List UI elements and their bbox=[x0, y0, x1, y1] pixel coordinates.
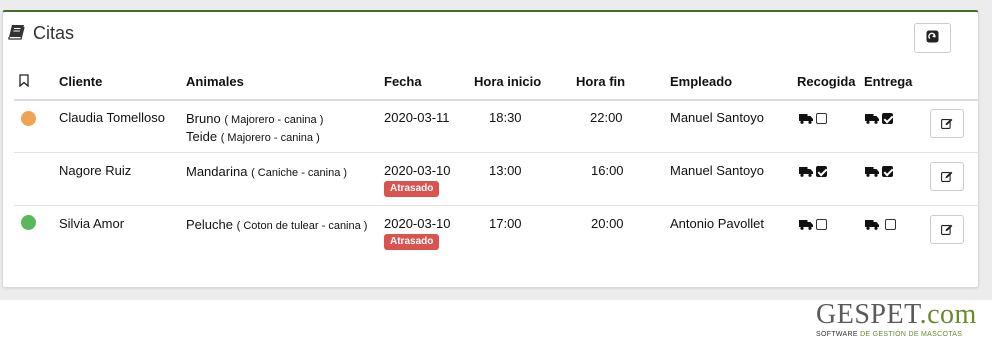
col-animales[interactable]: Animales bbox=[186, 74, 244, 89]
cliente-cell[interactable]: Claudia Tomelloso bbox=[59, 110, 165, 125]
hora-inicio-cell: 17:00 bbox=[489, 216, 522, 231]
fecha-cell: 2020-03-10 bbox=[384, 163, 451, 178]
empleado-cell: Manuel Santoyo bbox=[670, 163, 764, 178]
logo-tagline-b: DE GESTIÓN DE MASCOTAS bbox=[860, 331, 963, 338]
logo-brand: GESPET.com bbox=[816, 300, 977, 330]
cliente-cell[interactable]: Nagore Ruiz bbox=[59, 163, 131, 178]
refresh-icon bbox=[926, 30, 939, 46]
edit-icon bbox=[941, 224, 953, 235]
animal-name: Bruno bbox=[186, 111, 221, 126]
fecha-cell: 2020-03-11 bbox=[384, 110, 450, 125]
col-hora-fin[interactable]: Hora fin bbox=[576, 74, 625, 89]
book-icon bbox=[8, 24, 25, 43]
edit-icon bbox=[941, 171, 953, 182]
page-title: Citas bbox=[33, 23, 75, 43]
logo-tagline: SOFTWARE DE GESTIÓN DE MASCOTAS bbox=[816, 331, 977, 338]
empleado-cell: Antonio Pavollet bbox=[670, 216, 764, 231]
hora-fin-cell: 16:00 bbox=[591, 163, 624, 178]
status-badge: Atrasado bbox=[384, 181, 440, 197]
col-entrega[interactable]: Entrega bbox=[864, 74, 912, 89]
truck-icon bbox=[865, 114, 879, 124]
recogida-checkbox[interactable] bbox=[816, 166, 827, 177]
row-divider bbox=[14, 152, 979, 153]
animal-name: Teide bbox=[186, 129, 218, 144]
truck-icon bbox=[865, 220, 879, 230]
cliente-cell[interactable]: Silvia Amor bbox=[59, 216, 124, 231]
edit-button[interactable] bbox=[930, 162, 964, 191]
col-fecha[interactable]: Fecha bbox=[384, 74, 422, 89]
gespet-logo: GESPET.com SOFTWARE DE GESTIÓN DE MASCOT… bbox=[816, 300, 977, 339]
animal-entry[interactable]: Mandarina ( Caniche - canina ) bbox=[186, 164, 347, 179]
col-recogida[interactable]: Recogida bbox=[797, 74, 856, 89]
truck-icon bbox=[865, 167, 879, 177]
status-dot bbox=[21, 215, 36, 230]
edit-button[interactable] bbox=[930, 215, 964, 244]
hora-inicio-cell: 13:00 bbox=[489, 163, 522, 178]
col-cliente[interactable]: Cliente bbox=[59, 74, 102, 89]
animal-detail: ( Majorero - canina ) bbox=[224, 114, 324, 126]
bookmark-icon bbox=[19, 74, 29, 90]
entrega-checkbox[interactable] bbox=[882, 166, 893, 177]
empleado-cell: Manuel Santoyo bbox=[670, 110, 764, 125]
animal-detail: ( Caniche - canina ) bbox=[251, 167, 348, 179]
status-dot bbox=[21, 111, 36, 126]
panel-header: Citas bbox=[8, 23, 74, 44]
logo-brand-name: GESPET bbox=[816, 299, 920, 330]
animal-name: Mandarina bbox=[186, 164, 248, 179]
row-divider bbox=[14, 205, 979, 206]
truck-icon bbox=[799, 220, 813, 230]
entrega-checkbox[interactable] bbox=[885, 219, 896, 230]
col-empleado[interactable]: Empleado bbox=[670, 74, 732, 89]
citas-panel: Citas Cliente Animales Fecha Hora inicio… bbox=[2, 10, 979, 288]
animal-detail: ( Majorero - canina ) bbox=[220, 132, 320, 144]
edit-button[interactable] bbox=[930, 109, 964, 138]
recogida-checkbox[interactable] bbox=[816, 219, 827, 230]
header-divider bbox=[14, 99, 979, 101]
truck-icon bbox=[799, 114, 813, 124]
logo-tagline-a: SOFTWARE bbox=[816, 331, 861, 338]
animal-entry[interactable]: Teide ( Majorero - canina ) bbox=[186, 129, 320, 144]
animal-name: Peluche bbox=[186, 217, 233, 232]
entrega-checkbox[interactable] bbox=[882, 113, 893, 124]
animal-entry[interactable]: Bruno ( Majorero - canina ) bbox=[186, 111, 323, 126]
truck-icon bbox=[799, 167, 813, 177]
hora-fin-cell: 20:00 bbox=[591, 216, 624, 231]
fecha-cell: 2020-03-10 bbox=[384, 216, 451, 231]
hora-fin-cell: 22:00 bbox=[590, 110, 623, 125]
animal-entry[interactable]: Peluche ( Coton de tulear - canina ) bbox=[186, 217, 367, 232]
logo-brand-suffix: .com bbox=[919, 299, 977, 330]
hora-inicio-cell: 18:30 bbox=[489, 110, 522, 125]
col-hora-inicio[interactable]: Hora inicio bbox=[474, 74, 541, 89]
animal-detail: ( Coton de tulear - canina ) bbox=[236, 220, 368, 232]
refresh-button[interactable] bbox=[914, 23, 951, 53]
status-badge: Atrasado bbox=[384, 234, 440, 250]
recogida-checkbox[interactable] bbox=[816, 113, 827, 124]
edit-icon bbox=[941, 118, 953, 129]
